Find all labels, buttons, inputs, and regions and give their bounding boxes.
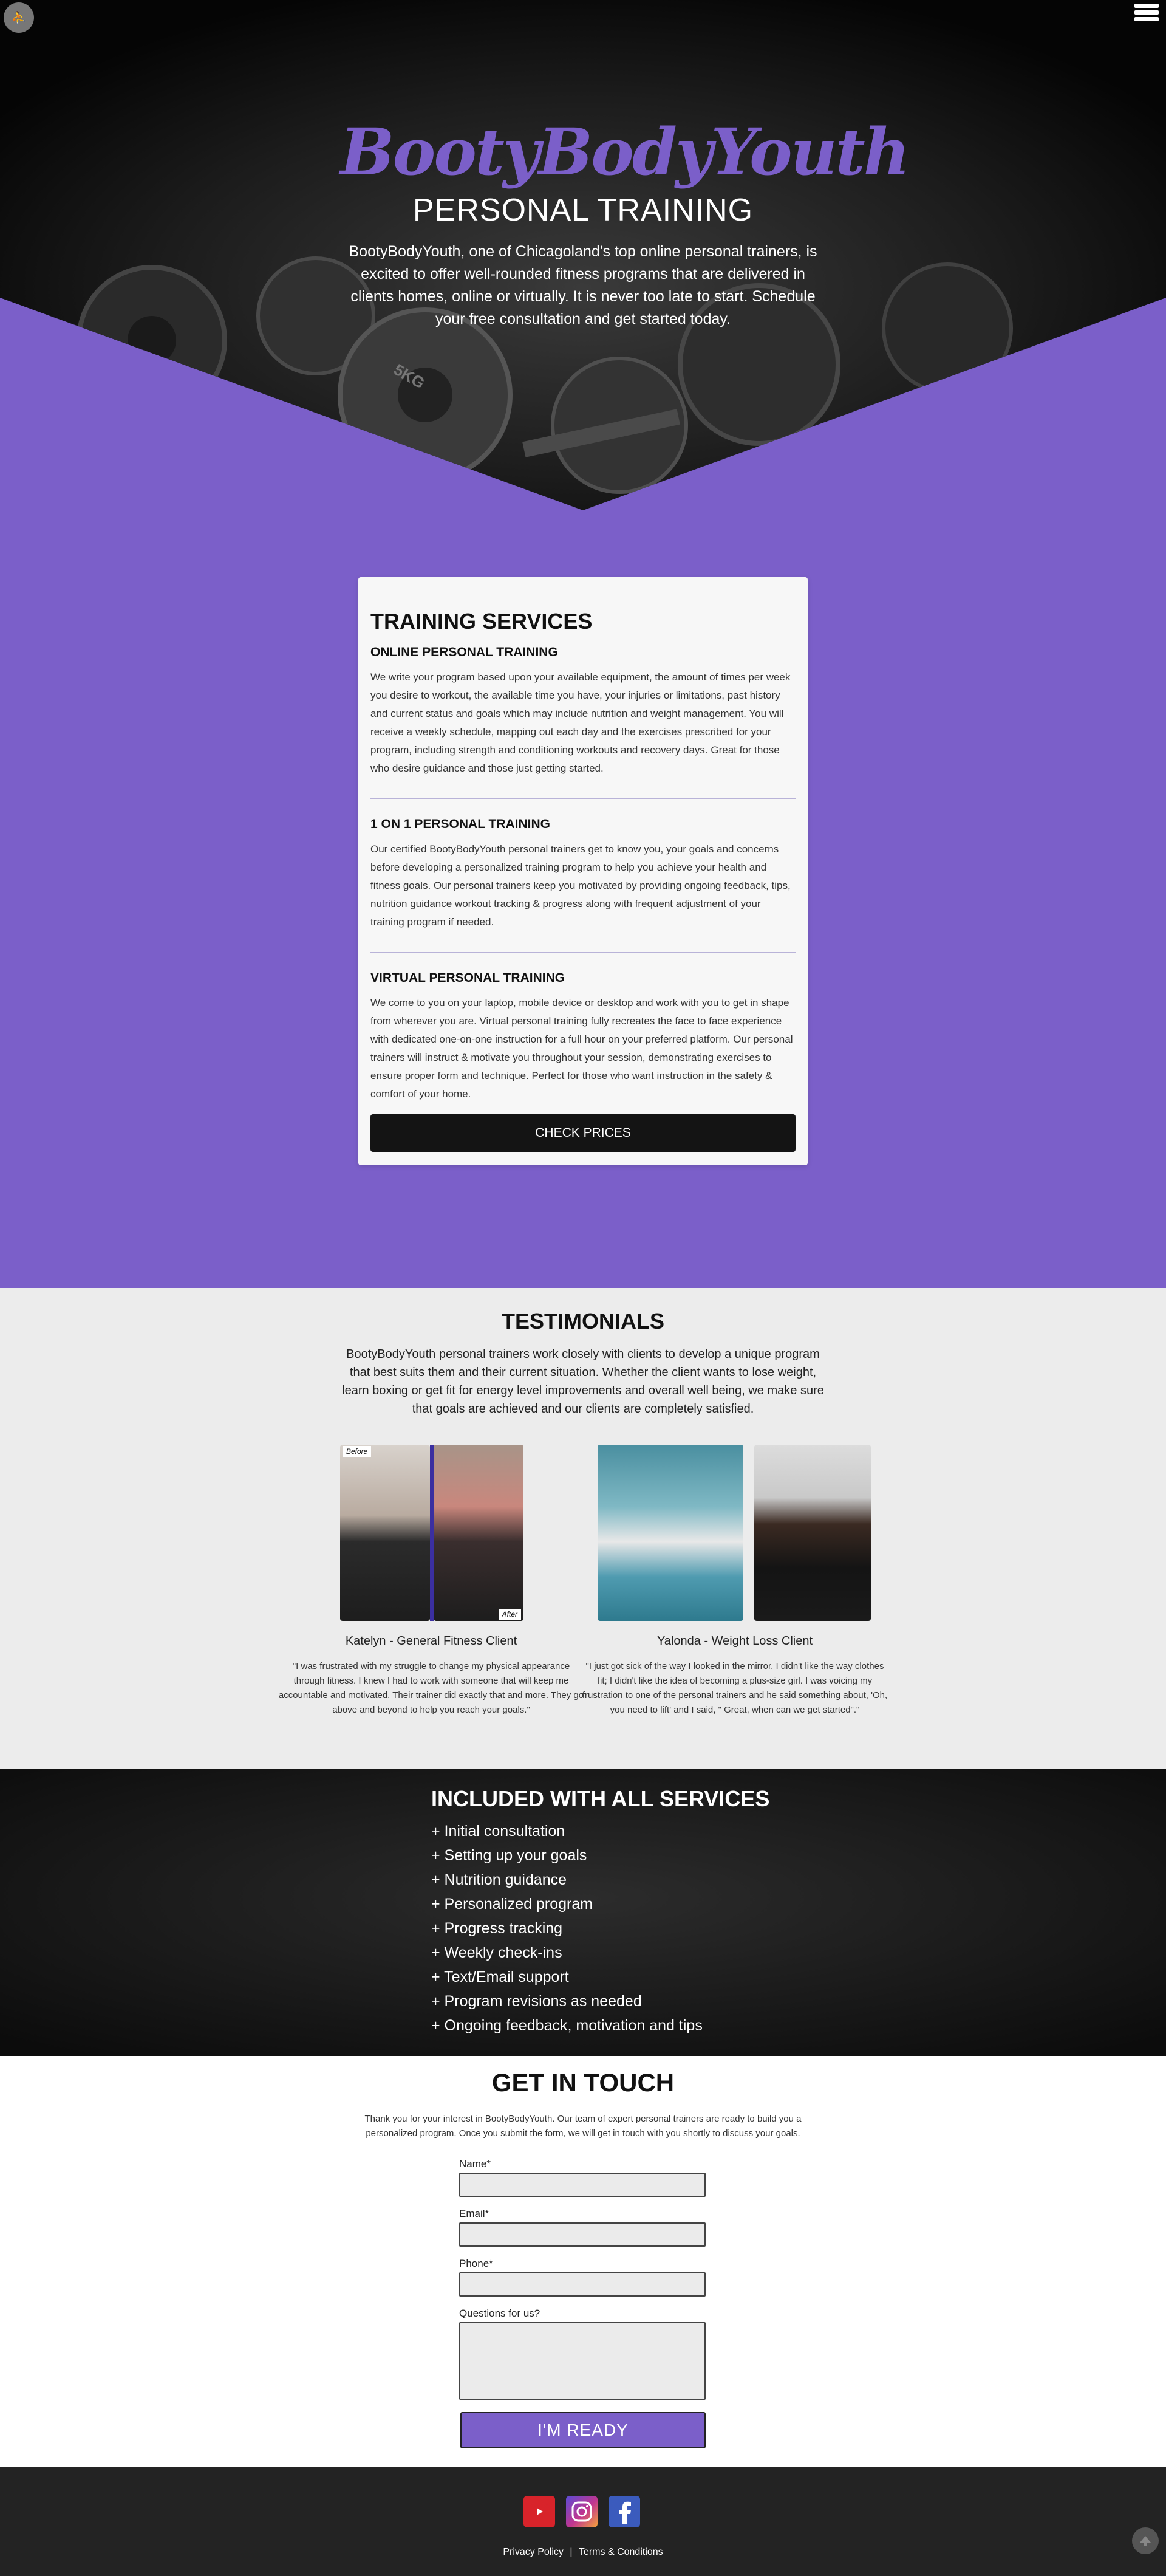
after-photo	[754, 1445, 871, 1621]
contact-section: GET IN TOUCH Thank you for your interest…	[0, 2056, 1166, 2467]
service-title: 1 ON 1 PERSONAL TRAINING	[370, 817, 550, 831]
included-item: + Text/Email support	[431, 1968, 569, 1985]
service-title: VIRTUAL PERSONAL TRAINING	[370, 971, 565, 985]
service-online: ONLINE PERSONAL TRAINING We write your p…	[370, 645, 796, 778]
service-title: ONLINE PERSONAL TRAINING	[370, 645, 558, 659]
included-content: INCLUDED WITH ALL SERVICES + Initial con…	[431, 1786, 769, 2038]
email-label: Email*	[459, 2208, 489, 2219]
contact-intro: Thank you for your interest in BootyBody…	[364, 2114, 802, 2139]
im-ready-submit-button[interactable]: I'M READY	[460, 2412, 706, 2448]
questions-textarea[interactable]	[459, 2322, 706, 2400]
brand-title: BootyBodyYouth	[340, 114, 910, 190]
after-label: After	[498, 1609, 521, 1620]
training-services-card: TRAINING SERVICES ONLINE PERSONAL TRAINI…	[358, 577, 808, 1165]
testimonial-card: Before After Katelyn - General Fitness C…	[273, 1445, 589, 1718]
testimonial-name: Katelyn - General Fitness Client	[345, 1634, 517, 1648]
service-text: Our certified BootyBodyYouth personal tr…	[370, 843, 791, 928]
included-item: + Program revisions as needed	[431, 1993, 642, 2010]
hamburger-icon-bar	[1134, 10, 1159, 15]
service-text: We write your program based upon your av…	[370, 671, 791, 774]
phone-label: Phone*	[459, 2258, 493, 2269]
before-photo: Before	[340, 1445, 430, 1621]
before-after-photos: Before After	[273, 1445, 589, 1621]
included-item: + Setting up your goals	[431, 1847, 587, 1864]
before-label: Before	[343, 1446, 372, 1457]
included-item: + Initial consultation	[431, 1823, 565, 1840]
hero-content: BootyBodyYouth PERSONAL TRAINING BootyBo…	[340, 114, 910, 331]
after-photo: After	[434, 1445, 523, 1621]
contact-title: GET IN TOUCH	[491, 2068, 675, 2097]
service-one-on-one: 1 ON 1 PERSONAL TRAINING Our certified B…	[370, 817, 796, 931]
hero-section: 5KG ⛹ BootyBodyYouth PERSONAL TRAINING B…	[0, 0, 1166, 522]
testimonial-quote: "I was frustrated with my struggle to ch…	[278, 1661, 584, 1715]
divider	[370, 798, 796, 799]
included-item: + Nutrition guidance	[431, 1871, 567, 1888]
hamburger-icon-bar	[1134, 4, 1159, 8]
before-after-photos	[577, 1445, 893, 1621]
testimonials-title: TESTIMONIALS	[502, 1309, 664, 1334]
instagram-icon[interactable]	[566, 2496, 598, 2527]
name-input[interactable]	[459, 2173, 706, 2197]
before-photo	[598, 1445, 743, 1621]
facebook-icon[interactable]	[609, 2496, 640, 2527]
testimonials-section: TESTIMONIALS BootyBodyYouth personal tra…	[0, 1288, 1166, 1769]
footer-separator: |	[570, 2547, 573, 2557]
email-input[interactable]	[459, 2222, 706, 2247]
arrow-up-icon	[1140, 2536, 1151, 2546]
included-item: + Progress tracking	[431, 1920, 563, 1937]
included-title: INCLUDED WITH ALL SERVICES	[431, 1786, 770, 1811]
included-services-section: INCLUDED WITH ALL SERVICES + Initial con…	[0, 1769, 1166, 2056]
site-logo[interactable]: ⛹	[4, 2, 34, 33]
included-item: + Ongoing feedback, motivation and tips	[431, 2017, 703, 2034]
included-list: + Initial consultation + Setting up your…	[431, 1819, 769, 2038]
testimonial-name: Yalonda - Weight Loss Client	[656, 1634, 813, 1648]
scroll-to-top-button[interactable]	[1132, 2527, 1159, 2554]
services-title: TRAINING SERVICES	[370, 609, 593, 634]
logo-icon: ⛹	[11, 10, 27, 25]
testimonials-intro: BootyBodyYouth personal trainers work cl…	[342, 1348, 824, 1416]
hero-subtitle: PERSONAL TRAINING	[412, 193, 754, 228]
name-label: Name*	[459, 2158, 491, 2170]
site-footer: Privacy Policy | Terms & Conditions	[0, 2467, 1166, 2576]
service-text: We come to you on your laptop, mobile de…	[370, 997, 793, 1100]
testimonial-card: Yalonda - Weight Loss Client "I just got…	[577, 1445, 893, 1718]
hero-description: BootyBodyYouth, one of Chicagoland's top…	[349, 243, 817, 327]
testimonial-quote: "I just got sick of the way I looked in …	[582, 1661, 888, 1715]
footer-links: Privacy Policy | Terms & Conditions	[0, 2547, 1166, 2558]
phone-input[interactable]	[459, 2272, 706, 2297]
youtube-icon[interactable]	[523, 2496, 555, 2527]
check-prices-button[interactable]: CHECK PRICES	[370, 1114, 796, 1152]
service-virtual: VIRTUAL PERSONAL TRAINING We come to you…	[370, 971, 796, 1103]
included-item: + Weekly check-ins	[431, 1944, 562, 1961]
questions-label: Questions for us?	[459, 2307, 540, 2319]
hamburger-icon-bar	[1134, 17, 1159, 21]
terms-conditions-link[interactable]: Terms & Conditions	[579, 2547, 663, 2557]
privacy-policy-link[interactable]: Privacy Policy	[503, 2547, 564, 2557]
social-links	[523, 2496, 640, 2527]
divider	[370, 952, 796, 953]
included-item: + Personalized program	[431, 1896, 593, 1913]
contact-form: Name* Email* Phone* Questions for us? I'…	[459, 2158, 707, 2448]
hamburger-menu-button[interactable]	[1134, 4, 1159, 26]
